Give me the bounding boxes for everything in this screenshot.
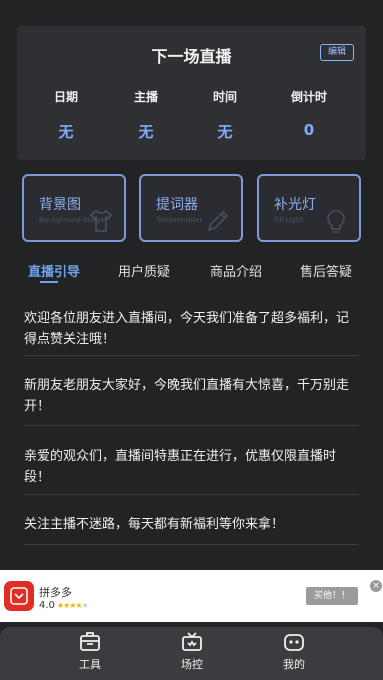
tab-user-doubts[interactable]: 用户质疑: [118, 261, 170, 280]
tool-subtitle: Fill Light: [274, 216, 304, 224]
divider: [24, 494, 359, 495]
script-message[interactable]: 欢迎各位朋友进入直播间，今天我们准备了超多福利，记得点赞关注哦！: [24, 308, 359, 350]
nav-label: 工具: [79, 658, 101, 671]
shirt-icon: [89, 210, 113, 232]
nav-item-mine[interactable]: 我的: [264, 627, 324, 680]
stat-label: 时间: [212, 90, 237, 104]
star-rating-icon: ★★★★★: [56, 601, 89, 610]
stat-value: 无: [138, 123, 154, 141]
ad-rating-value: 4.0: [39, 600, 55, 611]
ad-buy-button[interactable]: 买他！！: [306, 587, 358, 605]
fill-light-button[interactable]: 补光灯 Fill Light: [257, 174, 361, 242]
stat-date: 日期 无: [36, 88, 96, 142]
next-live-card: 下一场直播 编辑 日期 无 主播 无 时间 无 倒计时 0: [17, 26, 366, 160]
ad-app-name: 拼多多: [39, 586, 72, 599]
tab-after-sales[interactable]: 售后答疑: [300, 261, 352, 280]
lightbulb-icon: [327, 210, 345, 233]
active-tab-indicator: [40, 281, 58, 283]
ad-rating: 4.0 ★★★★★: [39, 600, 89, 611]
stat-value: 无: [217, 123, 233, 141]
background-image-button[interactable]: 背景图 Background Image: [22, 174, 126, 242]
stat-value: 无: [58, 123, 74, 141]
tab-live-guide[interactable]: 直播引导: [28, 261, 80, 280]
robot-face-icon: [284, 634, 304, 651]
divider: [24, 355, 359, 356]
stat-label: 倒计时: [290, 90, 327, 104]
tab-product-intro[interactable]: 商品介绍: [210, 261, 262, 280]
script-message[interactable]: 亲爱的观众们，直播间特惠正在进行，优惠仅限直播时段！: [24, 446, 359, 488]
stat-value: 0: [303, 121, 315, 139]
teleprompter-button[interactable]: 提词器 Teleprompter: [139, 174, 243, 242]
nav-label: 我的: [283, 658, 305, 671]
nav-item-tools[interactable]: 工具: [60, 627, 120, 680]
nav-label: 场控: [181, 658, 203, 671]
next-live-title: 下一场直播: [151, 47, 232, 66]
stat-label: 主播: [133, 90, 158, 104]
app-logo-icon: [4, 581, 34, 611]
stat-time: 时间 无: [195, 88, 255, 142]
tool-subtitle: Teleprompter: [156, 216, 203, 224]
pencil-icon: [207, 210, 229, 232]
stat-label: 日期: [53, 90, 78, 104]
tv-icon: [182, 632, 202, 651]
stat-host: 主播 无: [116, 88, 176, 142]
tool-name: 补光灯: [274, 197, 316, 213]
edit-button[interactable]: 编辑: [320, 44, 354, 61]
divider: [24, 544, 359, 545]
nav-item-control[interactable]: 场控: [162, 627, 222, 680]
script-message[interactable]: 关注主播不迷路，每天都有新福利等你来拿！: [24, 514, 359, 535]
divider: [24, 425, 359, 426]
stat-countdown: 倒计时 0: [279, 88, 339, 139]
tool-name: 背景图: [39, 197, 81, 213]
ad-banner[interactable]: 拼多多 4.0 ★★★★★ 买他！！: [0, 570, 383, 622]
close-icon[interactable]: ×: [370, 580, 382, 592]
tool-name: 提词器: [156, 197, 198, 213]
toolbox-icon: [80, 632, 100, 651]
script-message[interactable]: 新朋友老朋友大家好，今晚我们直播有大惊喜，千万别走开！: [24, 375, 359, 417]
bottom-nav: 工具 场控 我的: [0, 627, 383, 680]
